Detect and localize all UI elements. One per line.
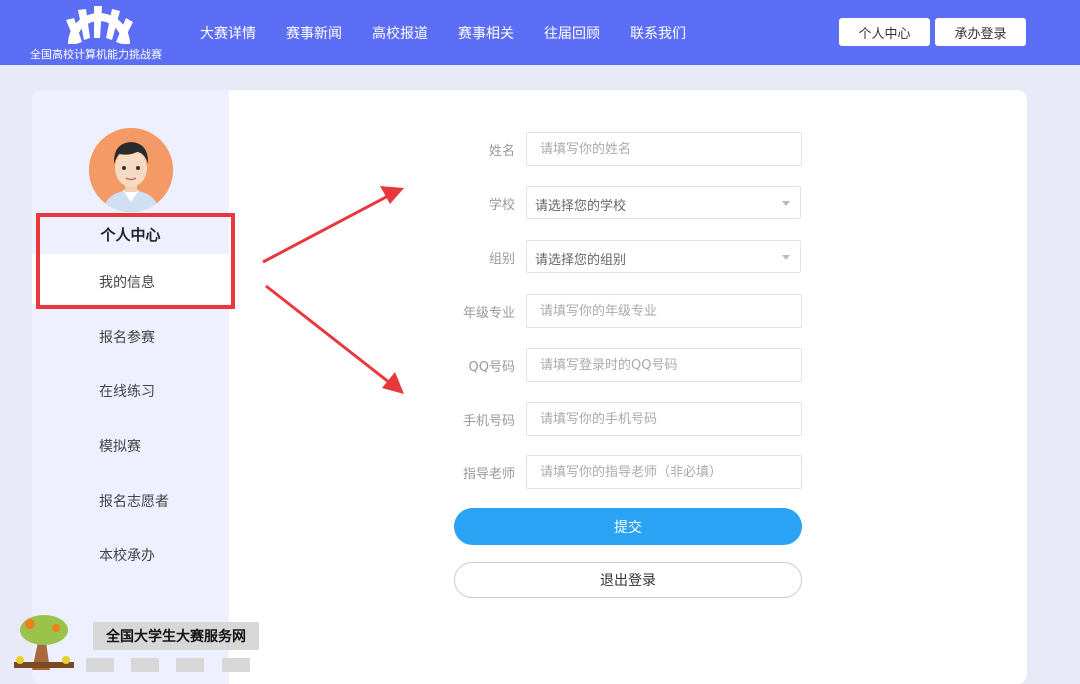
nav-competition-details[interactable]: 大赛详情 xyxy=(200,23,256,43)
main-nav: 大赛详情 赛事新闻 高校报道 赛事相关 往届回顾 联系我们 xyxy=(200,0,716,65)
form-row-qq: QQ号码 xyxy=(455,348,805,382)
nav-event-news[interactable]: 赛事新闻 xyxy=(286,23,342,43)
school-select-placeholder: 请选择您的学校 xyxy=(535,199,627,214)
phone-input[interactable] xyxy=(526,402,802,436)
watermark-chip xyxy=(222,658,250,672)
school-select[interactable]: 请选择您的学校 xyxy=(526,186,801,219)
logo-text: 全国高校计算机能力挑战赛 xyxy=(30,48,162,61)
watermark: 全国大学生大赛服务网 xyxy=(10,612,259,674)
site-logo[interactable]: 全国高校计算机能力挑战赛 xyxy=(30,6,175,62)
nav-contact-us[interactable]: 联系我们 xyxy=(630,23,686,43)
sidebar: 个人中心 我的信息 报名参赛 在线练习 模拟赛 报名志愿者 本校承办 xyxy=(32,90,229,684)
qq-input[interactable] xyxy=(526,348,802,382)
avatar-illustration-icon xyxy=(89,128,173,212)
form-row-grade-major: 年级专业 xyxy=(455,294,805,328)
watermark-chip xyxy=(86,658,114,672)
annotation-highlight-box xyxy=(36,213,235,309)
chevron-down-icon xyxy=(782,255,790,260)
advisor-label: 指导老师 xyxy=(462,467,515,482)
watermark-chip xyxy=(131,658,159,672)
chevron-down-icon xyxy=(782,201,790,206)
form-row-name: 姓名 xyxy=(455,132,805,166)
sidebar-item-mock-contest[interactable]: 模拟赛 xyxy=(99,436,141,456)
top-header: 全国高校计算机能力挑战赛 大赛详情 赛事新闻 高校报道 赛事相关 往届回顾 联系… xyxy=(0,0,1080,65)
form-row-school: 学校 请选择您的学校 xyxy=(455,186,805,220)
name-label: 姓名 xyxy=(488,144,515,159)
grade-major-input[interactable] xyxy=(526,294,802,328)
name-input[interactable] xyxy=(526,132,802,166)
form-row-advisor: 指导老师 xyxy=(455,455,805,489)
watermark-chip xyxy=(176,658,204,672)
logo-fan-icon xyxy=(66,6,133,44)
phone-label: 手机号码 xyxy=(462,414,515,429)
advisor-input[interactable] xyxy=(526,455,802,489)
submit-button[interactable]: 提交 xyxy=(454,508,802,545)
sidebar-item-volunteer[interactable]: 报名志愿者 xyxy=(99,491,169,511)
user-center-button[interactable]: 个人中心 xyxy=(839,18,930,46)
group-label: 组别 xyxy=(488,252,515,267)
nav-university-reports[interactable]: 高校报道 xyxy=(372,23,428,43)
logout-button[interactable]: 退出登录 xyxy=(454,562,802,598)
group-select[interactable]: 请选择您的组别 xyxy=(526,240,801,273)
watermark-text: 全国大学生大赛服务网 xyxy=(93,622,259,650)
tree-logo-icon xyxy=(14,615,74,670)
nav-past-review[interactable]: 往届回顾 xyxy=(544,23,600,43)
host-login-button[interactable]: 承办登录 xyxy=(935,18,1026,46)
qq-label: QQ号码 xyxy=(468,360,515,375)
sidebar-item-online-practice[interactable]: 在线练习 xyxy=(99,381,155,401)
school-label: 学校 xyxy=(488,198,515,213)
grade-major-label: 年级专业 xyxy=(462,306,515,321)
group-select-placeholder: 请选择您的组别 xyxy=(535,253,627,268)
sidebar-item-register[interactable]: 报名参赛 xyxy=(99,327,155,347)
form-row-phone: 手机号码 xyxy=(455,402,805,436)
form-row-group: 组别 请选择您的组别 xyxy=(455,240,805,274)
sidebar-item-host-school[interactable]: 本校承办 xyxy=(99,545,155,565)
avatar xyxy=(89,128,173,212)
nav-event-related[interactable]: 赛事相关 xyxy=(458,23,514,43)
